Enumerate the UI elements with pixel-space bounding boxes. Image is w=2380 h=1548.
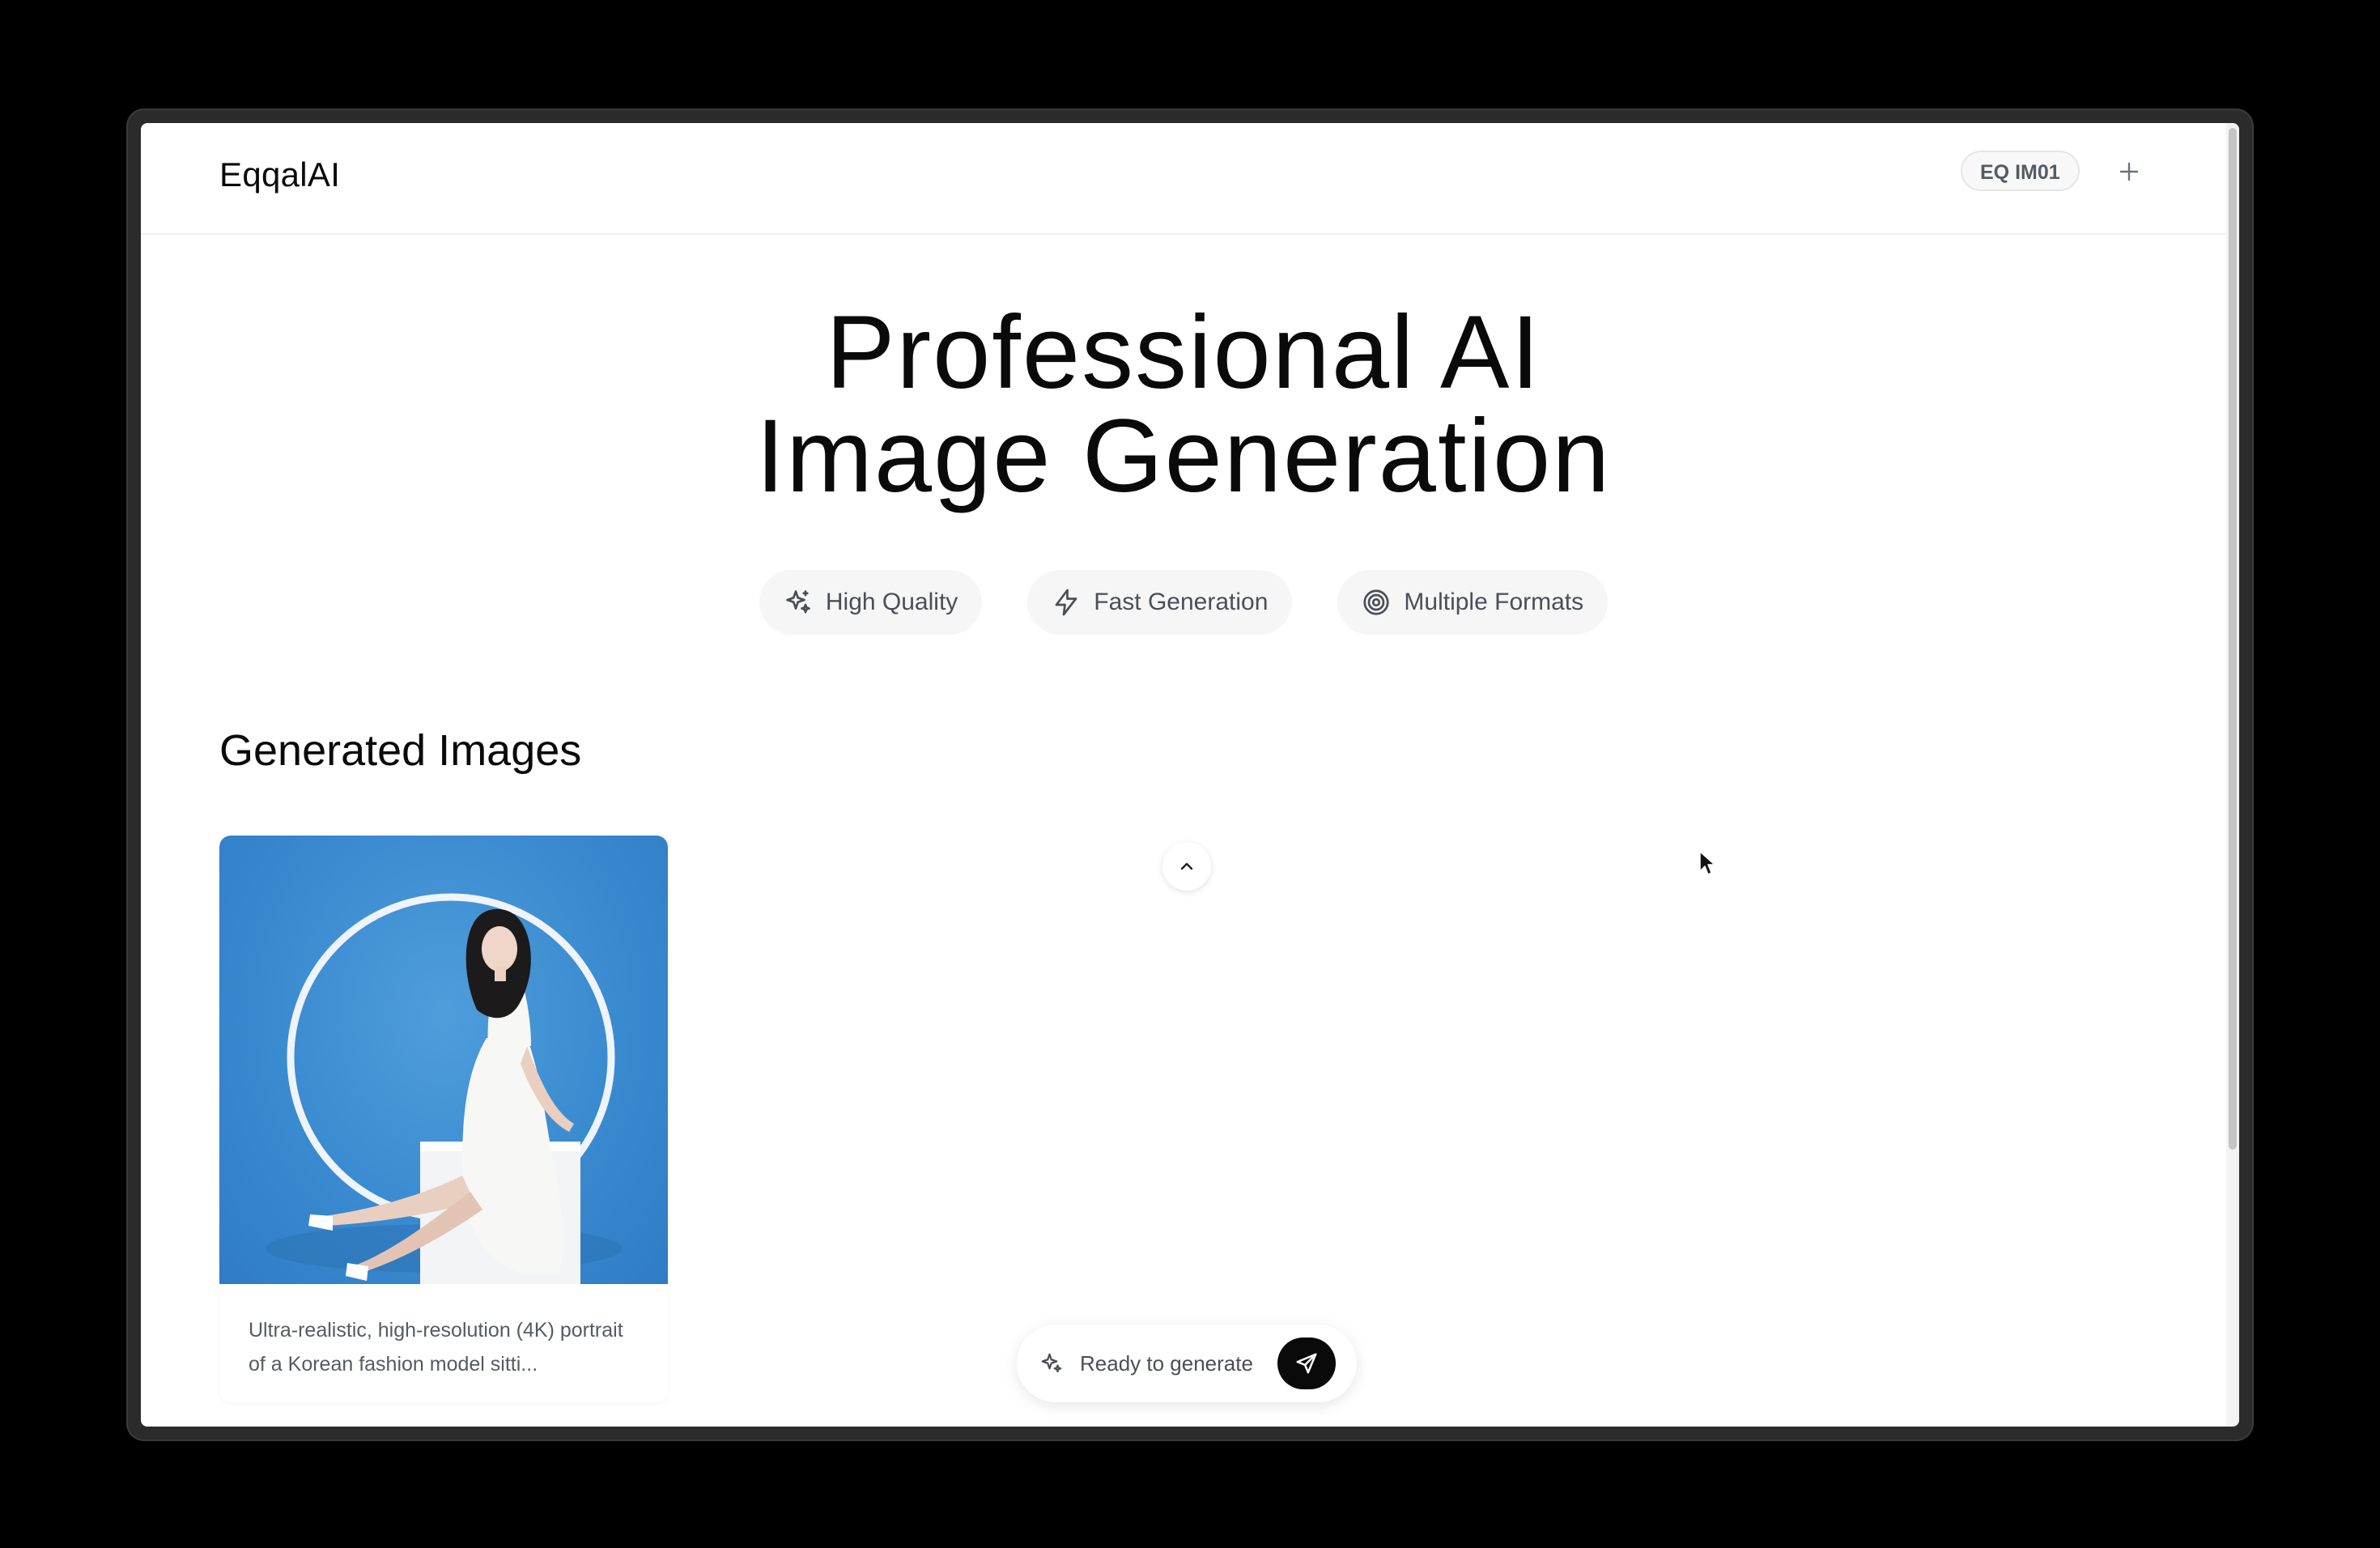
generate-status: Ready to generate bbox=[1080, 1350, 1253, 1376]
app-window: EqqalAI EQ IM01 Professional AI Image Ge… bbox=[141, 123, 2239, 1427]
sparkles-icon bbox=[1041, 1353, 1062, 1373]
feature-pill-high-quality: High Quality bbox=[759, 570, 983, 635]
feature-pill-label: Fast Generation bbox=[1094, 589, 1269, 615]
feature-pills: High Quality Fast Generation Multiple Fo… bbox=[141, 570, 2226, 635]
app-logo[interactable]: EqqalAI bbox=[219, 155, 340, 194]
generate-bar[interactable]: Ready to generate bbox=[1017, 1325, 1357, 1402]
feature-pill-label: Multiple Formats bbox=[1404, 589, 1584, 615]
feature-pill-fast-generation: Fast Generation bbox=[1027, 570, 1293, 635]
target-icon bbox=[1363, 589, 1390, 615]
generated-image-card[interactable]: Ultra-realistic, high-resolution (4K) po… bbox=[219, 836, 668, 1402]
scrollbar-thumb[interactable] bbox=[2229, 128, 2237, 1150]
send-button[interactable] bbox=[1277, 1337, 1336, 1389]
feature-pill-multiple-formats: Multiple Formats bbox=[1337, 570, 1609, 635]
hero-title: Professional AI Image Generation bbox=[141, 301, 2226, 508]
send-icon bbox=[1296, 1353, 1317, 1374]
top-navigation-bar: EqqalAI EQ IM01 bbox=[141, 123, 2226, 235]
generated-image[interactable] bbox=[219, 836, 668, 1284]
feature-pill-label: High Quality bbox=[825, 589, 958, 615]
scroll-up-button[interactable] bbox=[1162, 842, 1211, 891]
hero-title-line-2: Image Generation bbox=[755, 398, 1612, 514]
section-title: Generated Images bbox=[219, 726, 582, 775]
new-button[interactable] bbox=[2110, 152, 2148, 191]
sparkles-icon bbox=[786, 590, 810, 614]
image-caption: Ultra-realistic, high-resolution (4K) po… bbox=[249, 1319, 623, 1376]
mouse-cursor-icon bbox=[1699, 851, 1715, 875]
model-badge[interactable]: EQ IM01 bbox=[1961, 151, 2080, 191]
hero-title-line-1: Professional AI bbox=[826, 295, 1541, 410]
portrait-illustration bbox=[266, 893, 622, 1284]
vertical-scrollbar[interactable] bbox=[2226, 123, 2239, 1427]
plus-icon bbox=[2119, 162, 2139, 181]
chevron-up-icon bbox=[1180, 862, 1193, 870]
lightning-icon bbox=[1055, 589, 1077, 616]
